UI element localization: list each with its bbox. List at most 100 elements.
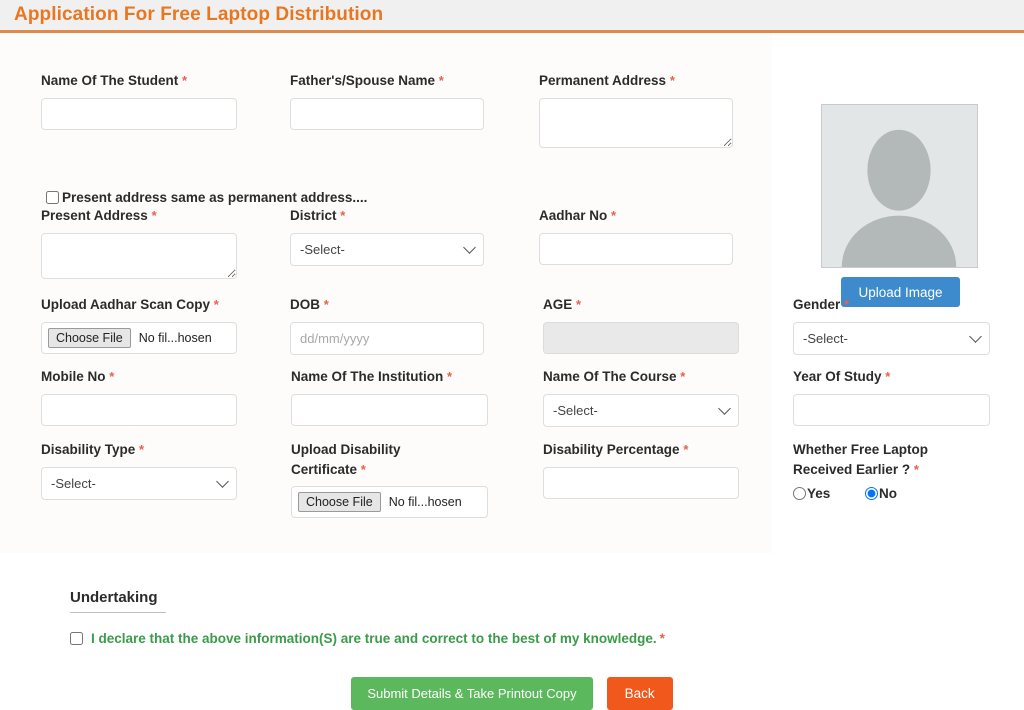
application-form: Name Of The Student * Father's/Spouse Na… — [0, 33, 1024, 710]
gender-select[interactable]: -Select- — [793, 321, 990, 355]
label-year-of-study: Year Of Study * — [793, 369, 891, 384]
upload-aadhar-file-status: No fil...hosen — [138, 330, 212, 345]
required-marker: * — [340, 208, 346, 223]
laptop-received-yes-radio[interactable] — [793, 487, 806, 501]
label-district: District * — [290, 208, 346, 223]
label-institution-name: Name Of The Institution * — [291, 369, 453, 384]
label-present-address: Present Address * — [41, 208, 157, 223]
photo-placeholder — [821, 104, 978, 268]
field-course-name: Name Of The Course * -Select- — [543, 367, 739, 427]
field-dob: DOB * — [290, 295, 484, 355]
undertaking-divider — [70, 612, 166, 613]
required-marker: * — [139, 442, 145, 457]
upload-disability-certificate-file-input[interactable]: Choose File No fil...hosen — [291, 486, 488, 519]
upload-disability-file-status: No fil...hosen — [388, 495, 462, 510]
field-student-name: Name Of The Student * — [41, 71, 237, 130]
required-marker: * — [885, 369, 891, 384]
user-placeholder-icon — [841, 129, 957, 267]
required-marker: * — [182, 73, 188, 88]
submit-button[interactable]: Submit Details & Take Printout Copy — [351, 677, 593, 710]
required-marker: * — [913, 461, 919, 477]
field-upload-aadhar: Upload Aadhar Scan Copy * Choose File No… — [41, 295, 237, 354]
same-address-label: Present address same as permanent addres… — [62, 190, 368, 205]
course-select-wrapper: -Select- — [543, 393, 739, 427]
form-actions: Submit Details & Take Printout Copy Back — [0, 677, 1024, 710]
radio-option-no[interactable]: No — [865, 486, 897, 501]
gender-select-wrapper: -Select- — [793, 321, 990, 355]
mobile-no-input[interactable] — [41, 393, 237, 426]
radio-label-no: No — [879, 486, 897, 502]
aadhar-no-input[interactable] — [539, 232, 733, 265]
label-permanent-address: Permanent Address * — [539, 73, 675, 88]
field-laptop-received-earlier: Whether Free Laptop Received Earlier ? *… — [793, 440, 990, 501]
label-upload-disability-certificate: Upload Disability Certificate * — [291, 442, 401, 477]
institution-name-input[interactable] — [291, 393, 488, 426]
radio-option-yes[interactable]: Yes — [793, 486, 865, 501]
required-marker: * — [151, 208, 157, 223]
permanent-address-textarea[interactable] — [539, 97, 733, 148]
district-select-wrapper: -Select- — [290, 232, 484, 266]
label-father-spouse-name: Father's/Spouse Name * — [290, 73, 444, 88]
required-marker: * — [844, 297, 850, 312]
radio-label-yes: Yes — [807, 486, 831, 502]
label-disability-percentage: Disability Percentage * — [543, 442, 689, 457]
label-mobile-no: Mobile No * — [41, 369, 115, 384]
field-institution-name: Name Of The Institution * — [291, 367, 488, 426]
required-marker: * — [360, 461, 366, 477]
laptop-received-radio-group: Yes No — [793, 486, 990, 501]
course-select[interactable]: -Select- — [543, 393, 739, 427]
same-address-checkbox-row[interactable]: Present address same as permanent addres… — [46, 190, 367, 205]
field-gender: Gender * -Select- — [793, 295, 990, 355]
field-father-spouse-name: Father's/Spouse Name * — [290, 71, 484, 130]
label-age: AGE * — [543, 297, 582, 312]
required-marker: * — [213, 297, 219, 312]
label-student-name: Name Of The Student * — [41, 73, 188, 88]
declaration-checkbox[interactable] — [70, 632, 83, 645]
label-dob: DOB * — [290, 297, 329, 312]
required-marker: * — [669, 73, 675, 88]
required-marker: * — [323, 297, 329, 312]
choose-file-button[interactable]: Choose File — [298, 492, 381, 513]
year-of-study-input[interactable] — [793, 393, 990, 426]
field-aadhar-no: Aadhar No * — [539, 206, 733, 265]
field-disability-type: Disability Type * -Select- — [41, 440, 237, 500]
same-address-checkbox[interactable] — [46, 191, 59, 204]
field-year-of-study: Year Of Study * — [793, 367, 990, 426]
field-permanent-address: Permanent Address * — [539, 71, 733, 153]
choose-file-button[interactable]: Choose File — [48, 327, 131, 348]
label-upload-aadhar: Upload Aadhar Scan Copy * — [41, 297, 219, 312]
upload-aadhar-file-input[interactable]: Choose File No fil...hosen — [41, 321, 237, 354]
label-course-name: Name Of The Course * — [543, 369, 686, 384]
undertaking-section: Undertaking I declare that the above inf… — [70, 589, 770, 646]
declaration-required-marker: * — [659, 631, 665, 646]
back-button[interactable]: Back — [606, 677, 673, 710]
present-address-textarea[interactable] — [41, 232, 237, 279]
required-marker: * — [683, 442, 689, 457]
required-marker: * — [109, 369, 115, 384]
required-marker: * — [680, 369, 686, 384]
undertaking-heading: Undertaking — [70, 589, 158, 606]
required-marker: * — [447, 369, 453, 384]
label-disability-type: Disability Type * — [41, 442, 145, 457]
required-marker: * — [576, 297, 582, 312]
required-marker: * — [611, 208, 617, 223]
dob-date-field — [290, 321, 484, 355]
declaration-row[interactable]: I declare that the above information(S) … — [70, 631, 770, 646]
father-spouse-name-input[interactable] — [290, 97, 484, 130]
page-header: Application For Free Laptop Distribution — [0, 0, 1024, 33]
laptop-received-no-radio[interactable] — [865, 487, 878, 501]
label-laptop-received-earlier: Whether Free Laptop Received Earlier ? * — [793, 442, 929, 477]
age-input — [543, 321, 739, 354]
disability-type-select-wrapper: -Select- — [41, 466, 237, 500]
disability-percentage-input[interactable] — [543, 466, 739, 499]
required-marker: * — [438, 73, 444, 88]
dob-input[interactable] — [291, 322, 483, 354]
field-upload-disability-certificate: Upload Disability Certificate * Choose F… — [291, 440, 488, 519]
student-name-input[interactable] — [41, 97, 237, 130]
field-district: District * -Select- — [290, 206, 484, 266]
label-gender: Gender * — [793, 297, 850, 312]
disability-type-select[interactable]: -Select- — [41, 466, 237, 500]
field-mobile-no: Mobile No * — [41, 367, 237, 426]
district-select[interactable]: -Select- — [290, 232, 484, 266]
field-age: AGE * — [543, 295, 739, 354]
